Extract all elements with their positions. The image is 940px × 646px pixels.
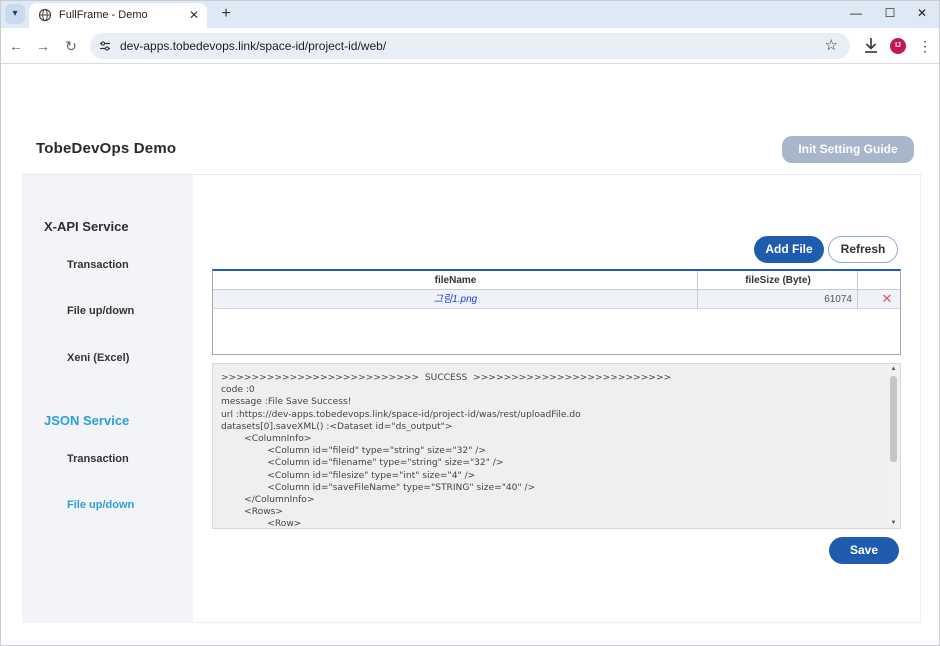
save-button[interactable]: Save (829, 537, 899, 564)
page-title: TobeDevOps Demo (36, 140, 177, 157)
scroll-up-icon[interactable]: ▲ (887, 364, 900, 374)
sidebar-item-xapi-file-updown[interactable]: File up/down (67, 305, 134, 317)
result-log-panel[interactable]: >>>>>>>>>>>>>>>>>>>>>>>>>> SUCCESS >>>>>… (212, 363, 901, 529)
log-line: <Column id="fileid" type="string" size="… (221, 446, 486, 457)
log-line: </ColumnInfo> (221, 495, 315, 506)
table-row[interactable]: 그림1.png 61074 ✕ (213, 290, 900, 309)
log-line: <Rows> (221, 507, 284, 518)
forward-icon[interactable]: → (33, 36, 53, 56)
log-line: <Row> (221, 519, 302, 526)
sidebar-item-xapi-xeni-excel[interactable]: Xeni (Excel) (67, 352, 129, 364)
browser-tab[interactable]: FullFrame - Demo ✕ (29, 3, 207, 28)
init-setting-guide-button[interactable]: Init Setting Guide (782, 136, 914, 163)
delete-icon[interactable]: ✕ (881, 292, 893, 306)
log-line: <Column id="saveFileName" type="STRING" … (221, 482, 536, 493)
scroll-down-icon[interactable]: ▼ (887, 518, 900, 528)
download-icon[interactable] (862, 36, 880, 56)
column-header-filename[interactable]: fileName (213, 271, 698, 290)
window-close-icon[interactable]: ✕ (912, 4, 932, 22)
log-line: <ColumnInfo> (221, 434, 312, 445)
plus-icon[interactable]: + (216, 4, 236, 24)
cell-filename[interactable]: 그림1.png (213, 290, 698, 309)
log-line: datasets[0].saveXML() :<Dataset id="ds_o… (221, 421, 453, 432)
url-text[interactable]: dev-apps.tobedevops.link/space-id/projec… (120, 39, 386, 53)
star-icon[interactable]: ☆ (825, 37, 838, 55)
log-output: >>>>>>>>>>>>>>>>>>>>>>>>>> SUCCESS >>>>>… (221, 372, 887, 526)
maximize-icon[interactable]: ☐ (880, 4, 900, 22)
column-header-delete (858, 271, 900, 290)
address-bar[interactable]: dev-apps.tobedevops.link/space-id/projec… (90, 33, 850, 59)
cell-filesize: 61074 (824, 294, 852, 305)
browser-toolbar: ← → ↻ dev-apps.tobedevops.link/space-id/… (0, 28, 940, 64)
minimize-icon[interactable]: — (846, 4, 866, 22)
globe-icon (38, 8, 52, 22)
file-grid: fileName fileSize (Byte) 그림1.png 61074 ✕ (212, 269, 901, 355)
kebab-menu-icon[interactable]: ⋮ (918, 36, 932, 56)
scroll-thumb[interactable] (890, 376, 897, 462)
avatar[interactable]: IJ (890, 38, 906, 54)
tune-icon[interactable] (99, 40, 111, 52)
log-line: url :https://dev-apps.tobedevops.link/sp… (221, 409, 581, 420)
sidebar-section-json[interactable]: JSON Service (44, 413, 129, 428)
tab-title: FullFrame - Demo (59, 9, 148, 21)
sidebar-item-xapi-transaction[interactable]: Transaction (67, 259, 129, 271)
reload-icon[interactable]: ↻ (61, 36, 81, 56)
log-scrollbar[interactable]: ▲ ▼ (887, 364, 900, 528)
grid-header: fileName fileSize (Byte) (213, 271, 900, 290)
refresh-button[interactable]: Refresh (828, 236, 898, 263)
sidebar-item-json-file-updown[interactable]: File up/down (67, 499, 134, 511)
log-line: <Column id="filename" type="string" size… (221, 458, 504, 469)
log-line: >>>>>>>>>>>>>>>>>>>>>>>>>> SUCCESS >>>>>… (221, 373, 672, 383)
log-line: code :0 (221, 385, 255, 396)
sidebar: X-API Service Transaction File up/down X… (22, 175, 193, 623)
close-icon[interactable]: ✕ (187, 8, 201, 22)
tab-menu-icon[interactable]: ▾ (5, 4, 25, 24)
sidebar-section-xapi[interactable]: X-API Service (44, 219, 129, 234)
log-line: <Column id="filesize" type="int" size="4… (221, 470, 476, 481)
add-file-button[interactable]: Add File (754, 236, 824, 263)
column-divider (697, 271, 698, 309)
log-line: message :File Save Success! (221, 397, 352, 408)
sidebar-item-json-transaction[interactable]: Transaction (67, 453, 129, 465)
column-header-filesize[interactable]: fileSize (Byte) (698, 271, 858, 290)
browser-titlebar: ▾ FullFrame - Demo ✕ + — ☐ ✕ (0, 0, 940, 28)
column-divider (857, 271, 858, 309)
back-icon[interactable]: ← (6, 36, 26, 56)
